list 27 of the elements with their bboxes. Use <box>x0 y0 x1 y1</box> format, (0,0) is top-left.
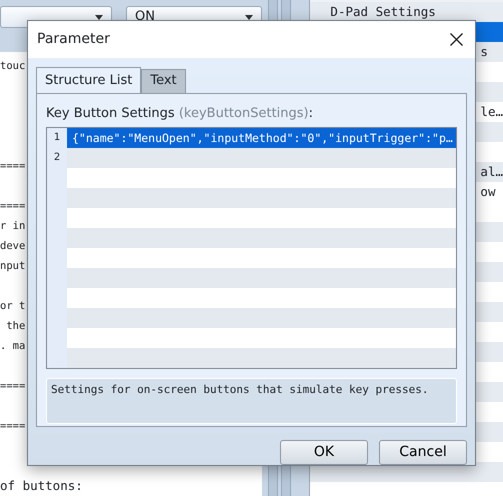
close-icon[interactable] <box>450 33 463 46</box>
dropdown-value: ON <box>135 8 155 26</box>
help-text-line: r in <box>0 220 26 232</box>
ok-button[interactable]: OK <box>280 440 368 465</box>
description-text: Settings for on-screen buttons that simulate key presses. <box>46 378 457 424</box>
field-label: Key Button Settings (keyButtonSettings): <box>46 105 314 123</box>
cancel-button[interactable]: Cancel <box>379 440 467 465</box>
list-row[interactable]: D-Pad Settings <box>310 2 503 22</box>
help-text-line: ==== <box>0 420 26 432</box>
help-text-line: or t <box>0 300 26 312</box>
tab[interactable]: Text <box>141 69 186 93</box>
help-text-line: ==== <box>0 200 26 212</box>
help-text-line: the <box>5 320 26 332</box>
help-text-line: deve <box>0 240 26 252</box>
dialog-title: Parameter <box>37 30 110 49</box>
line-number: 2 <box>47 148 67 168</box>
help-text-line: of buttons: <box>0 478 83 493</box>
help-text-line: nput <box>0 260 26 272</box>
tab[interactable]: Structure List <box>36 67 142 93</box>
help-text-line: . ma <box>0 340 26 352</box>
list-item[interactable]: {"name":"MenuOpen","inputMethod":"0","inputTrigger":"p… <box>67 128 456 148</box>
line-number: 1 <box>47 128 67 148</box>
help-text-line: ==== <box>0 160 26 172</box>
structure-list[interactable]: 1 {"name":"MenuOpen","inputMethod":"0","inputTrigger":"p… 2 <box>46 126 457 368</box>
help-text-line: touc <box>0 60 26 72</box>
list-item[interactable] <box>67 148 456 168</box>
help-text-line: ==== <box>0 380 26 392</box>
